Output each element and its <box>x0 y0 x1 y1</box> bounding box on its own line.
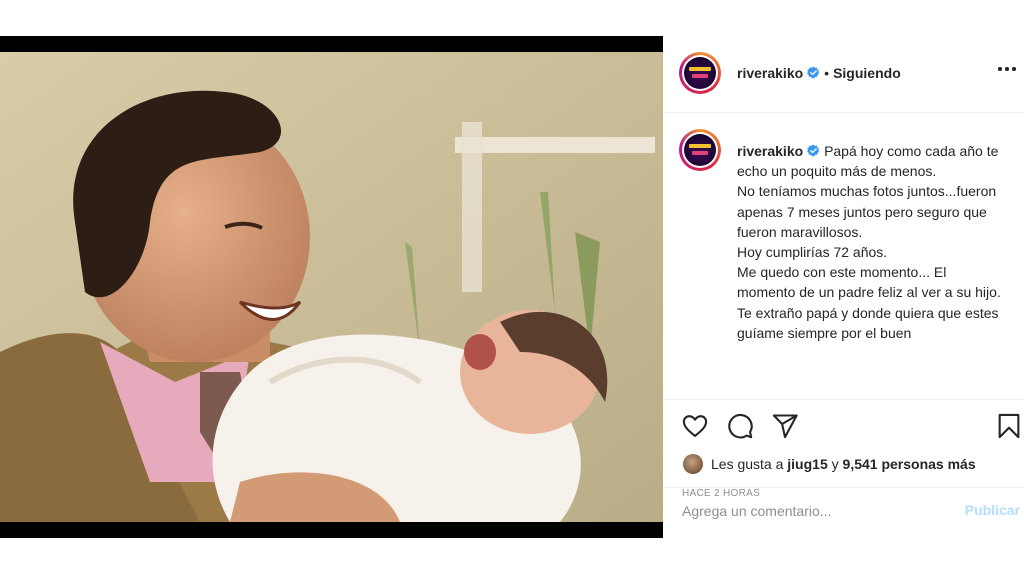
caption-avatar-image <box>684 134 716 166</box>
caption-avatar[interactable] <box>679 129 721 171</box>
caption-area: riverakiko Papá hoy como cada año te ech… <box>663 113 1024 399</box>
publish-button[interactable]: Publicar <box>965 502 1020 518</box>
likes-prefix: Les gusta a <box>711 456 784 472</box>
caption-line-4: Me quedo con este momento... El momento … <box>737 264 1001 301</box>
header-user-line: riverakiko • Siguiendo <box>737 65 901 83</box>
likes-count[interactable]: 9,541 personas más <box>843 456 976 472</box>
avatar-ring-inner <box>682 55 718 91</box>
comment-bar: Publicar <box>663 487 1024 539</box>
verified-badge-icon <box>807 66 820 79</box>
caption-line-3: Hoy cumplirías 72 años. <box>737 244 888 261</box>
caption-line-5: Te extraño papá y donde quiera que estes… <box>737 304 999 341</box>
following-button[interactable]: Siguiendo <box>833 65 901 81</box>
likes-summary[interactable]: Les gusta a jiug15 y 9,541 personas más <box>683 452 976 476</box>
more-options-icon[interactable] <box>998 64 1016 74</box>
heart-icon[interactable] <box>681 412 709 440</box>
liker-username[interactable]: jiug15 <box>787 456 827 472</box>
vintage-photo-illustration <box>0 52 663 522</box>
post-side-panel: riverakiko • Siguiendo riverakiko Papá hoy… <box>663 36 1024 538</box>
likes-middle: y <box>831 456 839 472</box>
post-header: riverakiko • Siguiendo <box>663 36 1024 113</box>
photo-pane <box>0 36 663 538</box>
caption-username[interactable]: riverakiko <box>737 143 803 159</box>
post-photo[interactable] <box>0 52 663 522</box>
caption-line-2: No teníamos muchas fotos juntos...fueron… <box>737 183 997 240</box>
comment-input[interactable] <box>682 501 942 521</box>
avatar-image <box>684 57 716 89</box>
header-username[interactable]: riverakiko <box>737 65 803 81</box>
header-separator: • <box>824 65 830 81</box>
caption-avatar-ring-inner <box>682 132 718 168</box>
instagram-post: riverakiko • Siguiendo riverakiko Papá hoy… <box>0 36 1024 538</box>
share-icon[interactable] <box>771 412 799 440</box>
verified-badge-icon <box>807 144 820 157</box>
liker-avatar[interactable] <box>683 454 703 474</box>
caption-text: riverakiko Papá hoy como cada año te ech… <box>737 141 1007 343</box>
comment-icon[interactable] <box>726 412 754 440</box>
bookmark-icon[interactable] <box>995 412 1023 440</box>
profile-avatar[interactable] <box>679 52 721 94</box>
